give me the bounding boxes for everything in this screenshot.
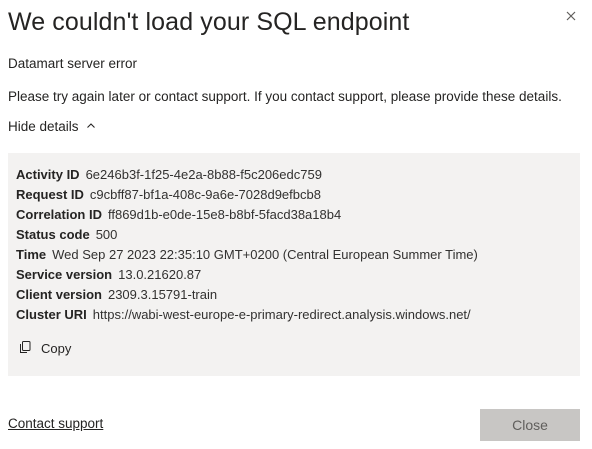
detail-key: Status code [16,227,90,242]
dialog-title: We couldn't load your SQL endpoint [8,8,410,36]
detail-key: Activity ID [16,167,80,182]
detail-row-activity-id: Activity ID 6e246b3f-1f25-4e2a-8b88-f5c20… [16,165,572,185]
detail-key: Request ID [16,187,84,202]
toggle-label: Hide details [8,119,79,134]
detail-key: Time [16,247,47,262]
error-subtitle: Datamart server error [8,56,138,71]
detail-value: Wed Sep 27 2023 22:35:10 GMT+0200 (Centr… [52,247,478,262]
detail-key: Correlation ID [16,207,102,222]
detail-key: Client version [16,287,102,302]
detail-key: Cluster URI [16,307,87,322]
error-message: Please try again later or contact suppor… [8,89,562,104]
detail-value: 13.0.21620.87 [118,267,202,282]
chevron-up-icon [86,119,96,134]
detail-key: Service version [16,267,113,282]
detail-value: ff869d1b-e0de-15e8-b8bf-5facd38a18b4 [107,207,342,222]
detail-row-correlation-id: Correlation ID ff869d1b-e0de-15e8-b8bf-5f… [16,205,572,225]
hide-details-toggle[interactable]: Hide details [8,119,96,134]
detail-row-service-version: Service version 13.0.21620.87 [16,265,572,285]
contact-support-link[interactable]: Contact support [8,416,103,431]
detail-value: 500 [95,227,118,242]
copy-button[interactable]: Copy [18,340,71,357]
detail-value: https://wabi-west-europe-e-primary-redir… [92,307,471,322]
copy-icon [18,340,32,357]
detail-row-time: Time Wed Sep 27 2023 22:35:10 GMT+0200 (C… [16,245,572,265]
detail-row-cluster-uri: Cluster URI https://wabi-west-europe-e-pr… [16,305,572,325]
copy-label: Copy [41,341,72,356]
details-panel: Activity ID 6e246b3f-1f25-4e2a-8b88-f5c20… [8,153,580,376]
error-dialog: We couldn't load your SQL endpoint Datam… [0,0,592,449]
close-button[interactable]: Close [480,409,580,441]
close-icon[interactable] [563,8,579,24]
detail-value: 6e246b3f-1f25-4e2a-8b88-f5c206edc759 [85,167,322,182]
detail-row-client-version: Client version 2309.3.15791-train [16,285,572,305]
detail-row-request-id: Request ID c9cbff87-bf1a-408c-9a6e-7028d9… [16,185,572,205]
detail-value: c9cbff87-bf1a-408c-9a6e-7028d9efbcb8 [89,187,321,202]
detail-row-status-code: Status code 500 [16,225,572,245]
detail-value: 2309.3.15791-train [107,287,218,302]
